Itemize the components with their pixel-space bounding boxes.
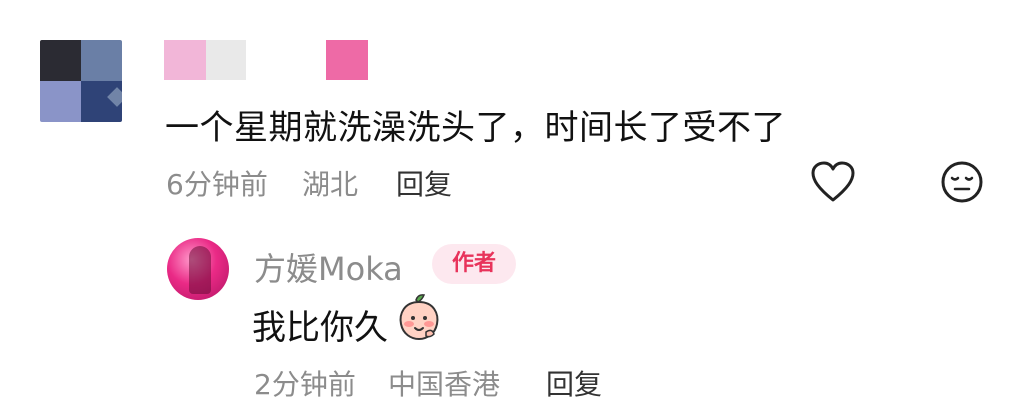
avatar-block bbox=[40, 40, 81, 81]
reply-location: 中国香港 bbox=[388, 368, 501, 401]
avatar-figure bbox=[189, 246, 211, 294]
censored-username-block bbox=[164, 40, 206, 80]
heart-icon[interactable] bbox=[810, 160, 856, 204]
peach-blush-emoji bbox=[396, 292, 442, 342]
author-badge: 作者 bbox=[432, 244, 516, 284]
avatar-block bbox=[40, 81, 81, 122]
comment-reply-button[interactable]: 回复 bbox=[396, 163, 452, 203]
commenter-avatar[interactable] bbox=[40, 40, 122, 122]
avatar-block bbox=[81, 40, 122, 81]
comment-text: 一个星期就洗澡洗头了，时间长了受不了 bbox=[165, 108, 786, 148]
face-icon[interactable] bbox=[940, 160, 984, 204]
reply-time: 2分钟前 bbox=[254, 368, 356, 401]
comment-location: 湖北 bbox=[302, 168, 359, 201]
censored-username-block bbox=[326, 40, 368, 80]
reply-text: 我比你久 bbox=[252, 308, 388, 348]
reply-reply-button[interactable]: 回复 bbox=[546, 363, 602, 403]
censored-username-block bbox=[206, 40, 246, 80]
comment-time: 6分钟前 bbox=[166, 168, 268, 201]
author-avatar[interactable] bbox=[167, 238, 229, 300]
author-name[interactable]: 方媛Moka bbox=[254, 244, 403, 290]
